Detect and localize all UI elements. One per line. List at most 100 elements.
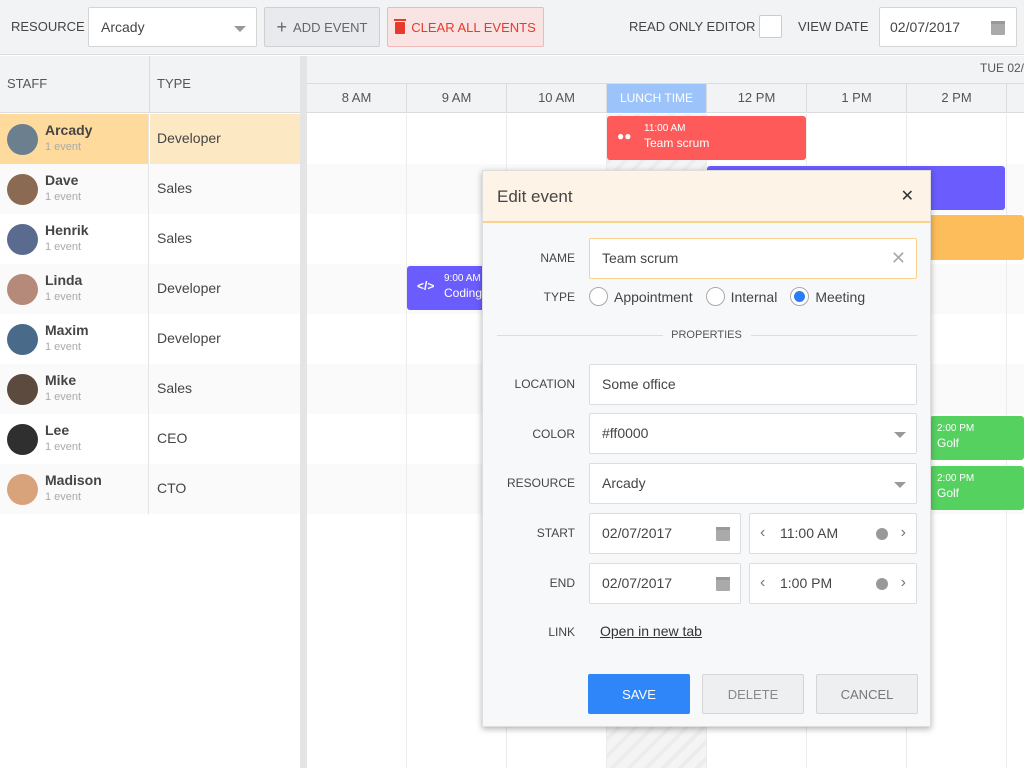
start-time-value: 11:00 AM xyxy=(780,525,839,541)
staff-name: Dave xyxy=(45,172,79,188)
avatar xyxy=(7,174,38,205)
name-value: Team scrum xyxy=(602,250,679,266)
read-only-checkbox[interactable] xyxy=(759,15,782,38)
color-select[interactable]: #ff0000 xyxy=(589,413,917,454)
radio-appointment-label[interactable]: Appointment xyxy=(614,289,693,305)
location-label: LOCATION xyxy=(514,377,575,391)
save-button[interactable]: SAVE xyxy=(588,674,690,714)
staff-type: Sales xyxy=(157,230,193,246)
end-time-input[interactable]: ‹ 1:00 PM › xyxy=(749,563,917,604)
staff-column-header[interactable]: STAFF xyxy=(7,76,47,91)
location-value: Some office xyxy=(602,376,676,392)
staff-row[interactable]: Linda 1 event Developer xyxy=(0,264,300,314)
view-date-label: VIEW DATE xyxy=(798,19,869,34)
resource-select[interactable]: Arcady xyxy=(589,463,917,504)
staff-cell: Dave 1 event xyxy=(0,164,149,214)
color-value: #ff0000 xyxy=(602,425,649,441)
resource-value: Arcady xyxy=(602,475,646,491)
start-time-input[interactable]: ‹ 11:00 AM › xyxy=(749,513,917,554)
staff-row[interactable]: Arcady 1 event Developer xyxy=(0,114,300,164)
event-count: 1 event xyxy=(45,241,82,253)
avatar xyxy=(7,224,38,255)
event-count: 1 event xyxy=(45,441,82,453)
event-title: Coding xyxy=(444,286,483,300)
radio-meeting[interactable] xyxy=(790,287,810,306)
cancel-button[interactable]: CANCEL xyxy=(816,674,918,714)
start-date-value: 02/07/2017 xyxy=(602,525,673,541)
clear-all-events-button[interactable]: CLEAR ALL EVENTS xyxy=(387,7,544,47)
code-icon: </> xyxy=(417,279,435,293)
trash-icon xyxy=(394,19,407,34)
type-column-header[interactable]: TYPE xyxy=(157,76,191,91)
event-count: 1 event xyxy=(45,491,82,503)
toolbar: RESOURCE Arcady + ADD EVENT CLEAR ALL EV… xyxy=(0,0,1024,55)
name-input[interactable]: Team scrum ✕ xyxy=(589,238,917,279)
hour-header: 10 AM xyxy=(507,84,607,113)
staff-type: Developer xyxy=(157,330,221,346)
staff-cell: Lee 1 event xyxy=(0,414,149,464)
end-time-value: 1:00 PM xyxy=(780,575,833,591)
color-label: COLOR xyxy=(532,427,575,441)
hour-header: 8 AM xyxy=(307,84,407,113)
chevron-left-icon[interactable]: ‹ xyxy=(760,524,765,542)
event-block[interactable]: 2:00 PM Golf xyxy=(930,466,1024,510)
staff-name: Henrik xyxy=(45,222,89,238)
calendar-icon[interactable] xyxy=(716,577,730,591)
staff-name: Madison xyxy=(45,472,102,488)
event-block[interactable]: ●● 11:00 AM Team scrum xyxy=(607,116,806,160)
chevron-down-icon xyxy=(234,26,246,32)
link-label: LINK xyxy=(548,625,575,639)
location-input[interactable]: Some office xyxy=(589,364,917,405)
calendar-icon[interactable] xyxy=(991,21,1005,35)
view-date-input[interactable]: 02/07/2017 xyxy=(879,7,1017,47)
staff-row[interactable]: Lee 1 event CEO xyxy=(0,414,300,464)
chevron-down-icon xyxy=(894,482,906,488)
dialog-header: Edit event ✕ xyxy=(483,171,930,223)
end-label: END xyxy=(549,576,575,590)
lunch-time-header: LUNCH TIME xyxy=(607,84,707,113)
event-time: 9:00 AM xyxy=(444,273,481,284)
chevron-left-icon[interactable]: ‹ xyxy=(760,574,765,592)
staff-row[interactable]: Madison 1 event CTO xyxy=(0,464,300,514)
end-date-input[interactable]: 02/07/2017 xyxy=(589,563,741,604)
radio-meeting-label[interactable]: Meeting xyxy=(815,289,865,305)
staff-row[interactable]: Mike 1 event Sales xyxy=(0,364,300,414)
staff-cell: Arcady 1 event xyxy=(0,114,149,164)
dialog-title: Edit event xyxy=(497,187,573,206)
clock-icon xyxy=(876,528,888,540)
hour-header xyxy=(1007,84,1024,113)
type-label: TYPE xyxy=(543,290,575,304)
delete-button[interactable]: DELETE xyxy=(702,674,804,714)
users-icon: ●● xyxy=(617,129,632,143)
staff-name: Linda xyxy=(45,272,83,288)
chevron-right-icon[interactable]: › xyxy=(901,574,906,592)
radio-internal[interactable] xyxy=(705,287,725,306)
staff-row[interactable]: Maxim 1 event Developer xyxy=(0,314,300,364)
calendar-icon[interactable] xyxy=(716,527,730,541)
event-count: 1 event xyxy=(45,141,82,153)
clear-input-icon[interactable]: ✕ xyxy=(891,248,906,269)
chevron-right-icon[interactable]: › xyxy=(901,524,906,542)
start-label: START xyxy=(536,526,575,540)
day-label: TUE 02/ xyxy=(979,61,1024,75)
avatar xyxy=(7,124,38,155)
radio-internal-label[interactable]: Internal xyxy=(731,289,778,305)
start-date-input[interactable]: 02/07/2017 xyxy=(589,513,741,554)
radio-appointment[interactable] xyxy=(589,287,608,306)
event-block[interactable]: 2:00 PM Golf xyxy=(930,416,1024,460)
splitter-handle[interactable] xyxy=(300,56,307,768)
staff-type: Sales xyxy=(157,380,193,396)
close-icon[interactable]: ✕ xyxy=(901,186,914,206)
staff-row[interactable]: Dave 1 event Sales xyxy=(0,164,300,214)
event-count: 1 event xyxy=(45,341,82,353)
resource-select[interactable]: Arcady xyxy=(88,7,257,47)
open-in-new-tab-link[interactable]: Open in new tab xyxy=(600,623,702,639)
add-event-button[interactable]: + ADD EVENT xyxy=(264,7,380,47)
staff-row[interactable]: Henrik 1 event Sales xyxy=(0,214,300,264)
staff-name: Arcady xyxy=(45,122,93,138)
staff-cell: Henrik 1 event xyxy=(0,214,149,264)
event-time: 11:00 AM xyxy=(644,123,686,134)
avatar xyxy=(7,274,38,305)
hour-header: 12 PM xyxy=(707,84,807,113)
staff-name: Maxim xyxy=(45,322,89,338)
